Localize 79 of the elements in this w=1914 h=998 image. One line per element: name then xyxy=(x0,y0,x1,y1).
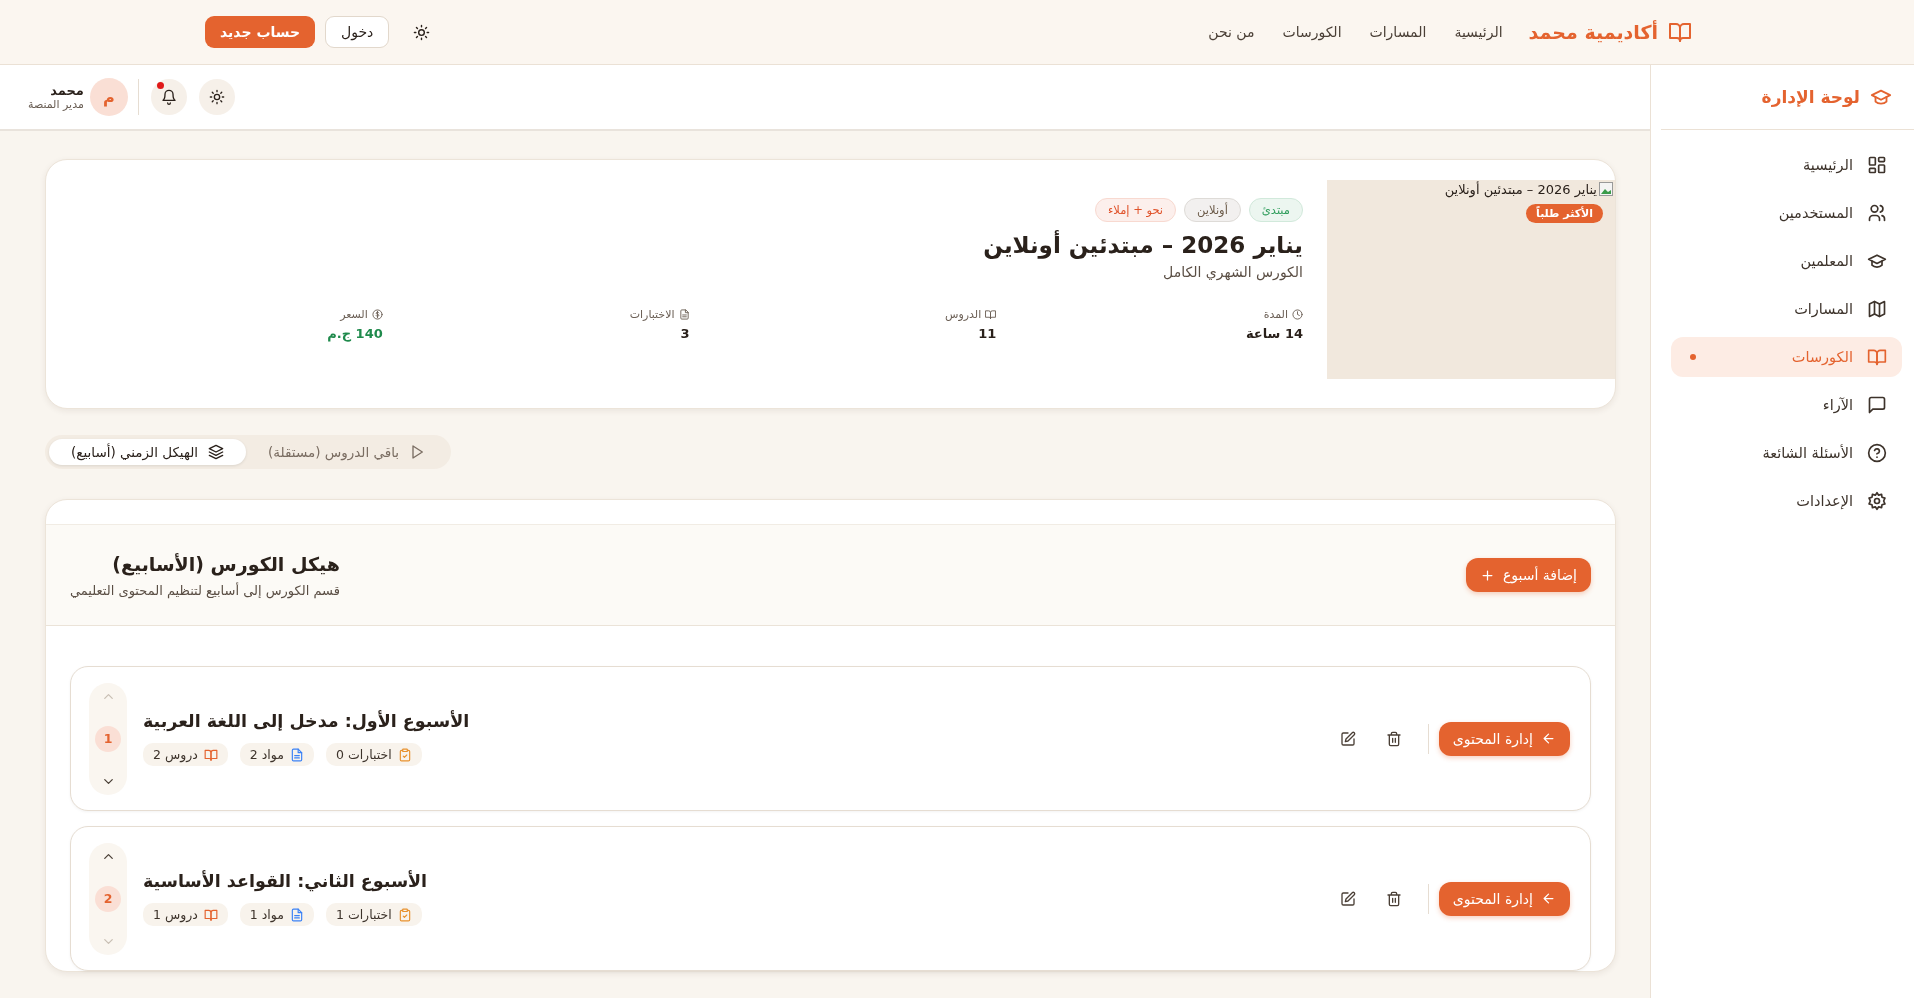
sidebar-item[interactable]: المسارات xyxy=(1671,289,1902,329)
trash-icon xyxy=(1385,730,1402,747)
nav-link[interactable]: الرئيسية xyxy=(1454,24,1503,40)
dollar-icon xyxy=(371,309,383,320)
week-title: الأسبوع الثاني: القواعد الأساسية xyxy=(143,871,428,891)
broken-image-icon xyxy=(1599,182,1613,196)
nav-link[interactable]: المسارات xyxy=(1369,24,1427,40)
nav-link[interactable]: الكورسات xyxy=(1282,24,1342,40)
count-chip: اختبارات 0 xyxy=(325,743,422,766)
stat-label: السعر xyxy=(340,308,368,321)
help-icon xyxy=(1867,443,1887,463)
course-title: يناير 2026 – مبتدئين أونلاين xyxy=(982,232,1303,258)
book-icon xyxy=(1867,347,1887,367)
tab[interactable]: باقي الدروس (مستقلة) xyxy=(246,439,448,465)
sidebar-item[interactable]: الإعدادات xyxy=(1671,481,1902,521)
notifications-button[interactable] xyxy=(150,79,187,115)
sidebar-item[interactable]: الأسئلة الشائعة xyxy=(1671,433,1902,473)
active-dot xyxy=(1690,354,1696,360)
play-icon xyxy=(409,444,426,460)
edit-icon xyxy=(1339,730,1356,747)
sidebar-item[interactable]: الرئيسية xyxy=(1671,145,1902,185)
image-alt-text: يناير 2026 – مبتدئين أونلاين xyxy=(1444,182,1597,197)
clipboard-check-icon xyxy=(397,747,412,762)
count-chip: دروس 1 xyxy=(143,903,228,926)
document-icon xyxy=(289,907,304,922)
grid-icon xyxy=(1867,155,1887,175)
clock-icon xyxy=(1292,309,1303,320)
count-chip: اختبارات 1 xyxy=(325,903,422,926)
section-subtitle: قسم الكورس إلى أسابيع لتنظيم المحتوى التعليمي xyxy=(70,582,340,598)
stat-value: 3 xyxy=(680,326,690,341)
stat-value: 11 xyxy=(978,326,997,341)
count-chip: مواد 1 xyxy=(239,903,314,926)
week-number: 2 xyxy=(95,885,121,912)
clipboard-check-icon xyxy=(397,907,412,922)
book-icon xyxy=(203,907,218,922)
layers-icon xyxy=(208,444,225,460)
edit-icon xyxy=(1339,890,1356,907)
user-role: مدير المنصة xyxy=(28,98,84,111)
bell-icon xyxy=(160,89,177,105)
book-icon xyxy=(203,747,218,762)
plus-icon xyxy=(1479,567,1495,583)
count-chip: دروس 2 xyxy=(143,743,228,766)
arrow-icon xyxy=(1541,731,1556,746)
settings-icon xyxy=(1867,491,1887,511)
sidebar-item[interactable]: الآراء xyxy=(1671,385,1902,425)
login-button[interactable]: دخول xyxy=(325,16,390,48)
book-icon xyxy=(1668,20,1692,44)
arrow-icon xyxy=(1541,891,1556,906)
book-icon xyxy=(985,309,997,320)
graduation-cap-icon xyxy=(1867,251,1887,271)
stat-label: الدروس xyxy=(945,308,982,321)
tab[interactable]: الهيكل الزمني (أسابيع) xyxy=(49,439,247,465)
week-title: الأسبوع الأول: مدخل إلى اللغة العربية xyxy=(143,711,470,731)
stat-label: الاختبارات xyxy=(629,308,675,321)
theme-toggle-button[interactable] xyxy=(198,79,235,115)
course-subtitle: الكورس الشهري الكامل xyxy=(1162,264,1303,280)
sun-icon xyxy=(413,23,431,41)
section-title: هيكل الكورس (الأسابيع) xyxy=(111,552,340,575)
users-icon xyxy=(1867,203,1887,223)
sidebar-item[interactable]: المعلمين xyxy=(1671,241,1902,281)
sun-icon xyxy=(208,89,225,105)
sidebar-item[interactable]: المستخدمين xyxy=(1671,193,1902,233)
popular-badge: الأكثر طلباً xyxy=(1526,204,1603,223)
map-icon xyxy=(1867,299,1887,319)
week-number: 1 xyxy=(95,725,121,752)
course-tag: نحو + إملاء xyxy=(1094,198,1177,222)
stat-label: المدة xyxy=(1263,308,1288,321)
sidebar-title: لوحة الإدارة xyxy=(1761,87,1860,107)
document-icon xyxy=(289,747,304,762)
nav-link[interactable]: من نحن xyxy=(1208,24,1255,40)
count-chip: مواد 2 xyxy=(239,743,314,766)
message-icon xyxy=(1867,395,1887,415)
stat-value: 14 ساعة xyxy=(1245,326,1303,341)
course-tag: مبتدئ xyxy=(1248,198,1303,222)
document-icon xyxy=(678,309,690,320)
course-tag: أونلاين xyxy=(1184,198,1241,222)
trash-icon xyxy=(1385,890,1402,907)
user-name: محمد xyxy=(49,83,84,98)
stat-value: 140 ج.م xyxy=(327,326,383,341)
